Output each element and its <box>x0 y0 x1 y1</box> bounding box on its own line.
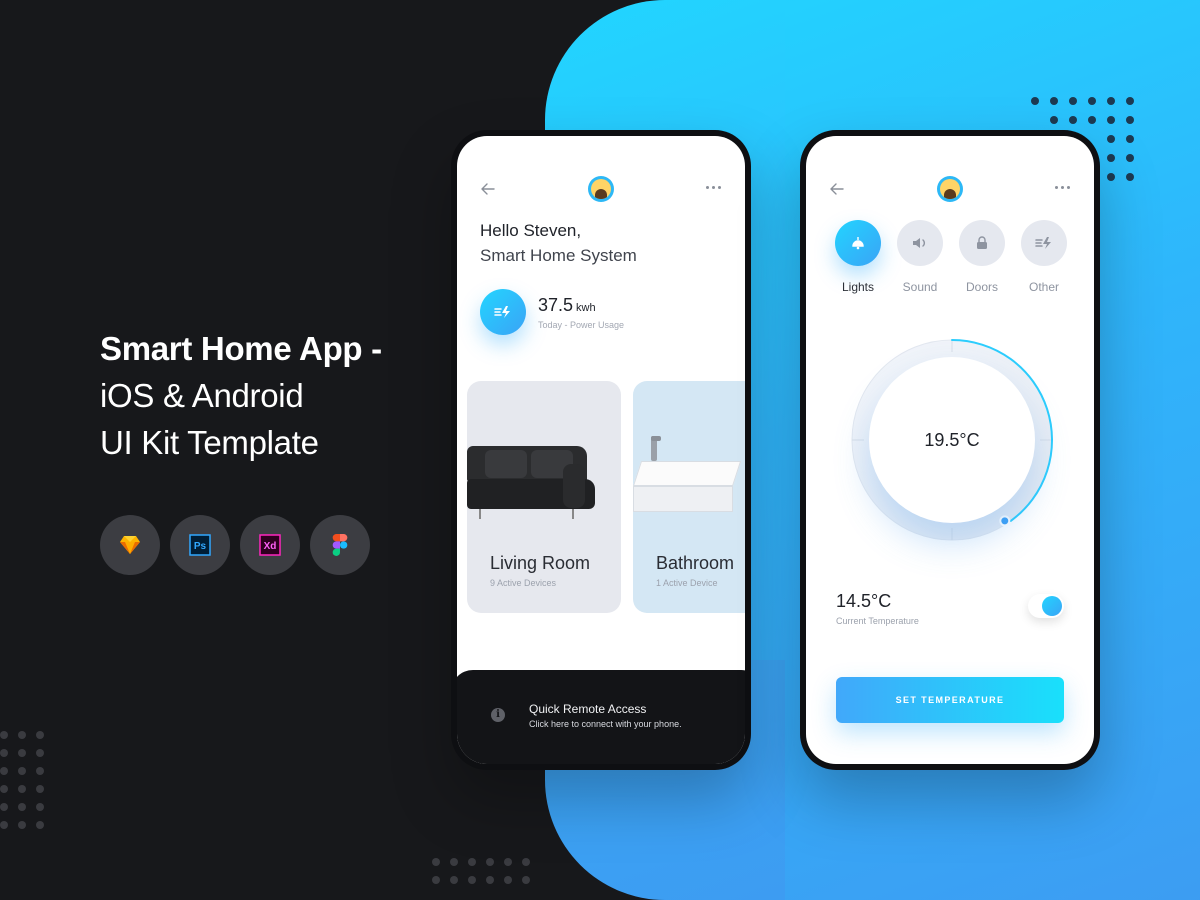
hero-subtitle-1: iOS & Android <box>100 377 304 414</box>
power-unit: kwh <box>576 301 596 314</box>
temperature-dial[interactable]: 19.5°C <box>850 338 1054 542</box>
room-name: Bathroom <box>656 553 735 573</box>
room-name: Living Room <box>490 553 591 573</box>
greeting: Hello Steven, Smart Home System <box>480 221 637 266</box>
decorative-dots-bottom <box>432 858 530 884</box>
remote-subtitle: Click here to connect with your phone. <box>529 719 682 729</box>
greeting-subtitle: Smart Home System <box>480 246 637 265</box>
power-icon <box>1021 220 1067 266</box>
lamp-icon <box>835 220 881 266</box>
room-card-living-room[interactable]: Living Room 9 Active Devices <box>467 381 621 613</box>
device-label: Other <box>1028 280 1059 294</box>
current-temperature-label: Current Temperature <box>836 616 919 626</box>
set-temperature-button[interactable]: SET TEMPERATURE <box>836 677 1064 723</box>
hero-title: Smart Home App - <box>100 330 382 367</box>
power-value: 37.5 <box>538 294 574 315</box>
target-temperature: 19.5°C <box>924 429 980 450</box>
room-devices: 1 Active Device <box>656 578 718 588</box>
photoshop-icon[interactable]: Ps <box>170 515 230 575</box>
sketch-icon[interactable] <box>100 515 160 575</box>
top-bar <box>806 174 1094 204</box>
device-label: Sound <box>902 280 938 294</box>
quick-remote-access-bar[interactable]: i Quick Remote Access Click here to conn… <box>457 670 745 764</box>
current-temperature-value: 14.5°C <box>836 591 892 611</box>
avatar[interactable] <box>937 176 963 202</box>
sofa-image <box>467 446 597 521</box>
speaker-icon <box>897 220 943 266</box>
temperature-screen: Lights Sound Doors Other 19.5°C 14.5°C C… <box>806 136 1094 764</box>
more-options-icon[interactable] <box>706 186 721 189</box>
room-card-bathroom[interactable]: Bathroom 1 Active Device <box>633 381 745 613</box>
power-label: Today - Power Usage <box>538 319 625 330</box>
device-label: Lights <box>841 280 875 294</box>
greeting-title: Hello Steven, <box>480 221 582 240</box>
tool-icons: Ps Xd <box>100 515 370 575</box>
room-devices: 9 Active Devices <box>490 578 557 588</box>
device-label: Doors <box>965 280 998 294</box>
lock-icon <box>959 220 1005 266</box>
device-tab-doors[interactable]: Doors <box>959 220 1005 294</box>
temperature-toggle[interactable] <box>1028 594 1064 618</box>
info-icon: i <box>491 708 505 722</box>
phone-temperature-screen: Lights Sound Doors Other 19.5°C 14.5°C C… <box>800 130 1100 770</box>
back-arrow-icon[interactable] <box>481 182 495 200</box>
current-temperature: 14.5°C Current Temperature <box>836 591 919 626</box>
svg-text:Ps: Ps <box>194 541 207 552</box>
hero-subtitle-2: UI Kit Template <box>100 424 319 461</box>
dial-handle[interactable] <box>999 515 1011 527</box>
remote-title: Quick Remote Access <box>529 702 647 716</box>
decorative-dots-left <box>0 731 44 829</box>
device-tab-sound[interactable]: Sound <box>897 220 943 294</box>
svg-text:Xd: Xd <box>264 541 277 552</box>
sink-image <box>633 436 743 526</box>
power-icon[interactable] <box>480 289 526 335</box>
hero-headline: Smart Home App - iOS & Android UI Kit Te… <box>100 326 382 466</box>
home-screen: Hello Steven, Smart Home System 37.5 kwh … <box>457 136 745 764</box>
device-tab-other[interactable]: Other <box>1021 220 1067 294</box>
top-bar <box>457 174 745 204</box>
figma-icon[interactable] <box>310 515 370 575</box>
power-usage: 37.5 kwh Today - Power Usage <box>480 289 624 335</box>
device-tab-lights[interactable]: Lights <box>835 220 881 294</box>
phone-home-screen: Hello Steven, Smart Home System 37.5 kwh … <box>451 130 751 770</box>
toggle-knob <box>1042 596 1062 616</box>
avatar[interactable] <box>588 176 614 202</box>
xd-icon[interactable]: Xd <box>240 515 300 575</box>
back-arrow-icon[interactable] <box>830 182 844 200</box>
more-options-icon[interactable] <box>1055 186 1070 189</box>
device-categories: Lights Sound Doors Other <box>835 220 1067 294</box>
dial-center: 19.5°C <box>869 357 1035 523</box>
